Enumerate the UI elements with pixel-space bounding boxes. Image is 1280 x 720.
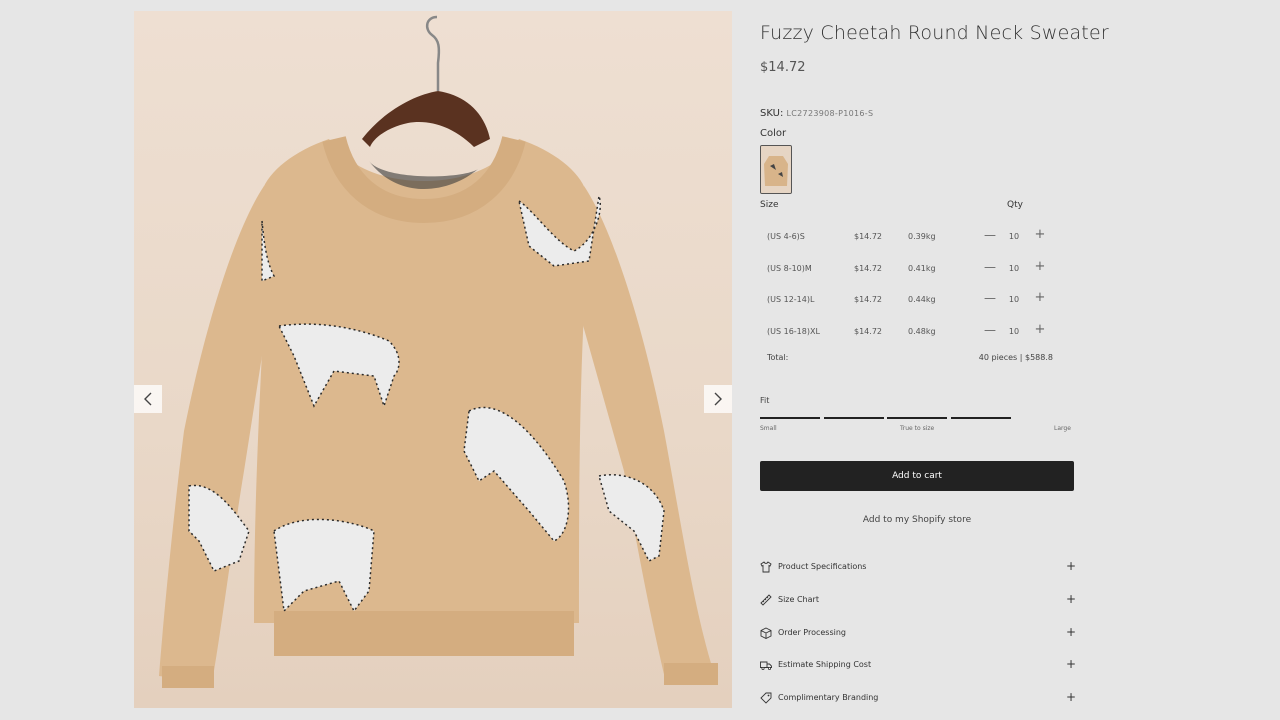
fit-label: Fit bbox=[760, 396, 770, 405]
expand-plus-icon: + bbox=[1066, 690, 1077, 704]
expand-plus-icon: + bbox=[1066, 559, 1077, 573]
qty-decrease-button[interactable]: — bbox=[983, 228, 997, 244]
qty-column-header: Qty bbox=[1007, 200, 1023, 210]
accordion-label: Estimate Shipping Cost bbox=[778, 660, 872, 669]
add-to-cart-button[interactable]: Add to cart bbox=[760, 461, 1074, 491]
qty-increase-button[interactable]: + bbox=[1033, 260, 1047, 276]
sweater-illustration bbox=[159, 15, 718, 688]
size-row: (US 12-14)L $14.72 0.44kg — + bbox=[760, 291, 1060, 311]
size-price: $14.72 bbox=[854, 295, 882, 304]
size-row: (US 8-10)M $14.72 0.41kg — + bbox=[760, 260, 1060, 280]
ruler-icon bbox=[760, 594, 772, 606]
color-label: Color bbox=[760, 128, 787, 139]
total-value: 40 pieces | $588.8 bbox=[978, 353, 1053, 362]
expand-plus-icon: + bbox=[1066, 657, 1077, 671]
size-price: $14.72 bbox=[854, 327, 882, 336]
size-row: (US 4-6)S $14.72 0.39kg — + bbox=[760, 228, 1060, 248]
size-price: $14.72 bbox=[854, 264, 882, 273]
size-name: (US 4-6)S bbox=[767, 232, 805, 241]
size-row: (US 16-18)XL $14.72 0.48kg — + bbox=[760, 323, 1060, 343]
accordion-product-specifications[interactable]: Product Specifications + bbox=[760, 559, 1077, 577]
qty-decrease-button[interactable]: — bbox=[983, 260, 997, 276]
size-weight: 0.44kg bbox=[908, 295, 936, 304]
qty-input[interactable] bbox=[1003, 230, 1025, 242]
qty-increase-button[interactable]: + bbox=[1033, 291, 1047, 307]
color-swatch[interactable] bbox=[760, 145, 792, 194]
qty-input[interactable] bbox=[1003, 262, 1025, 274]
accordion-label: Product Specifications bbox=[778, 562, 867, 571]
qty-decrease-button[interactable]: — bbox=[983, 291, 997, 307]
fit-scale-segment bbox=[951, 417, 1011, 419]
box-icon bbox=[760, 627, 772, 639]
gallery-prev-button[interactable] bbox=[134, 385, 162, 413]
chevron-right-icon bbox=[714, 392, 722, 406]
product-price: $14.72 bbox=[760, 60, 806, 75]
size-name: (US 12-14)L bbox=[767, 295, 815, 304]
fit-small-label: Small bbox=[760, 425, 777, 432]
fit-true-to-size-label: True to size bbox=[900, 425, 935, 432]
sku-line: SKU: LC2723908-P1016-S bbox=[760, 108, 873, 119]
tag-icon bbox=[760, 692, 772, 704]
accordion-complimentary-branding[interactable]: Complimentary Branding + bbox=[760, 690, 1077, 708]
fit-scale-segment bbox=[887, 417, 947, 419]
sku-label: SKU: bbox=[760, 108, 784, 119]
fit-scale-segment bbox=[824, 417, 884, 419]
size-price: $14.72 bbox=[854, 232, 882, 241]
qty-increase-button[interactable]: + bbox=[1033, 323, 1047, 339]
qty-input[interactable] bbox=[1003, 293, 1025, 305]
qty-input[interactable] bbox=[1003, 325, 1025, 337]
fit-scale-segment bbox=[760, 417, 820, 419]
product-title: Fuzzy Cheetah Round Neck Sweater bbox=[760, 22, 1109, 44]
chevron-left-icon bbox=[144, 392, 152, 406]
qty-decrease-button[interactable]: — bbox=[983, 323, 997, 339]
swatch-thumbnail bbox=[761, 146, 791, 193]
size-weight: 0.39kg bbox=[908, 232, 936, 241]
accordion-label: Order Processing bbox=[778, 628, 846, 637]
size-name: (US 16-18)XL bbox=[767, 327, 820, 336]
size-weight: 0.48kg bbox=[908, 327, 936, 336]
qty-increase-button[interactable]: + bbox=[1033, 228, 1047, 244]
accordion-order-processing[interactable]: Order Processing + bbox=[760, 625, 1077, 643]
size-name: (US 8-10)M bbox=[767, 264, 812, 273]
fit-large-label: Large bbox=[1054, 425, 1071, 432]
accordion-label: Complimentary Branding bbox=[778, 693, 879, 702]
sku-value: LC2723908-P1016-S bbox=[786, 109, 874, 118]
truck-icon bbox=[760, 661, 772, 670]
size-weight: 0.41kg bbox=[908, 264, 936, 273]
total-label: Total: bbox=[767, 353, 789, 362]
add-to-shopify-link[interactable]: Add to my Shopify store bbox=[760, 515, 1074, 525]
expand-plus-icon: + bbox=[1066, 625, 1077, 639]
product-image bbox=[134, 11, 732, 708]
shirt-icon bbox=[760, 561, 772, 573]
accordion-label: Size Chart bbox=[778, 595, 819, 604]
accordion-estimate-shipping[interactable]: Estimate Shipping Cost + bbox=[760, 657, 1077, 675]
accordion-size-chart[interactable]: Size Chart + bbox=[760, 592, 1077, 610]
gallery-next-button[interactable] bbox=[704, 385, 732, 413]
size-column-header: Size bbox=[760, 200, 779, 210]
expand-plus-icon: + bbox=[1066, 592, 1077, 606]
